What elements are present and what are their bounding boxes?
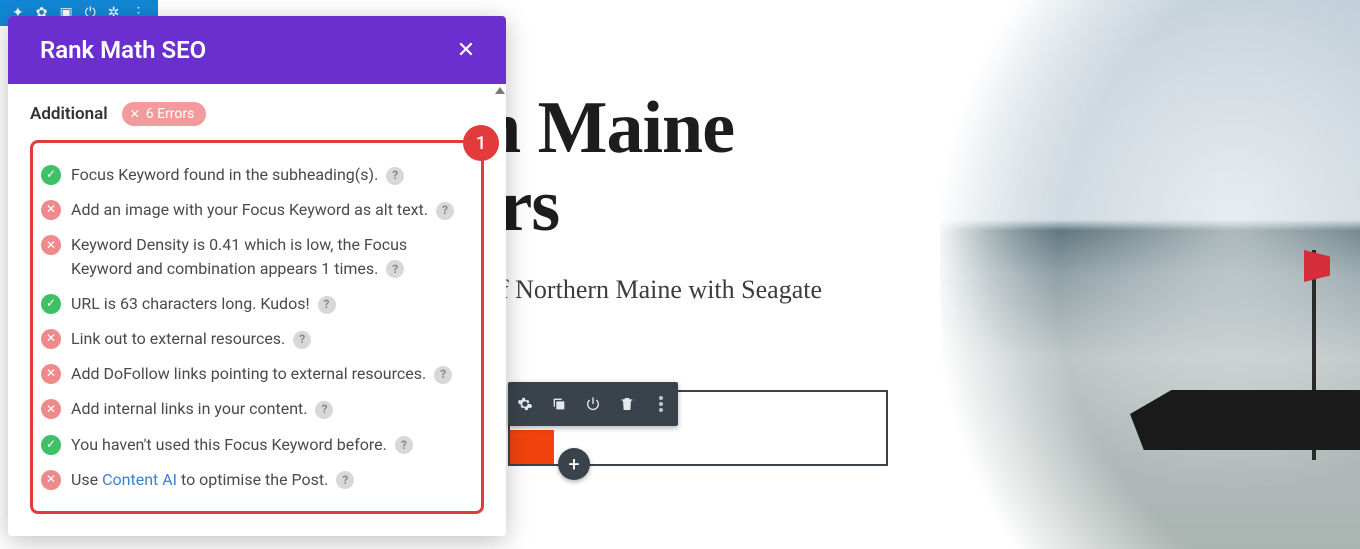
checks-list: 1 ✓Focus Keyword found in the subheading… [30,140,484,514]
close-icon: ✕ [130,107,140,121]
help-icon[interactable]: ? [315,401,333,419]
page-title: n Maine lrs [480,90,734,245]
check-fail-icon: ✕ [41,235,61,255]
power-icon [585,396,601,412]
add-block-button[interactable]: + [558,448,590,480]
check-fail-icon: ✕ [41,329,61,349]
check-text: Add internal links in your content. ? [71,397,465,420]
check-item: ✕ Add DoFollow links pointing to external… [39,356,467,391]
block-power-button[interactable] [576,382,610,426]
hero-image [940,0,1360,549]
scroll-up-icon[interactable] [495,87,505,94]
duplicate-icon [551,396,567,412]
check-item: ✕ Use Content AI to optimise the Post. ? [39,462,467,497]
trash-icon [619,396,635,412]
help-icon[interactable]: ? [336,471,354,489]
check-text: URL is 63 characters long. Kudos! ? [71,292,465,315]
check-text: Add an image with your Focus Keyword as … [71,198,465,221]
block-toolbar[interactable] [508,382,678,426]
check-text: You haven't used this Focus Keyword befo… [71,433,465,456]
rank-math-panel: Rank Math SEO ✕ Additional ✕ 6 Errors 1 … [8,16,506,536]
check-fail-icon: ✕ [41,399,61,419]
boat-hull [1130,390,1360,450]
annotation-marker: 1 [463,125,499,161]
page-subtitle: f Northern Maine with Seagate [500,275,822,305]
help-icon[interactable]: ? [436,202,454,220]
block-more-button[interactable] [644,382,678,426]
check-pass-icon: ✓ [41,294,61,314]
kebab-icon [659,396,663,412]
panel-title: Rank Math SEO [40,36,206,64]
block-delete-button[interactable] [610,382,644,426]
check-item: ✕ Add internal links in your content. ? [39,391,467,426]
gear-icon [517,396,533,412]
check-text: Add DoFollow links pointing to external … [71,362,465,385]
block-accent [510,430,554,464]
help-icon[interactable]: ? [386,167,404,185]
panel-body: Additional ✕ 6 Errors 1 ✓Focus Keyword f… [8,84,506,536]
check-item: ✓ You haven't used this Focus Keyword bef… [39,427,467,462]
help-icon[interactable]: ? [434,366,452,384]
help-icon[interactable]: ? [386,260,404,278]
errors-badge: ✕ 6 Errors [122,102,207,126]
check-pass-icon: ✓ [41,165,61,185]
check-item: ✕ Link out to external resources. ? [39,321,467,356]
help-icon[interactable]: ? [293,331,311,349]
check-item: ✕ Keyword Density is 0.41 which is low, t… [39,227,467,285]
section-title: Additional [30,104,108,124]
check-text: Use Content AI to optimise the Post. ? [71,468,465,491]
section-header[interactable]: Additional ✕ 6 Errors [30,102,484,126]
check-fail-icon: ✕ [41,470,61,490]
check-fail-icon: ✕ [41,364,61,384]
check-item: ✓ Focus Keyword found in the subheading(s… [39,157,467,192]
check-item: ✕ Add an image with your Focus Keyword as… [39,192,467,227]
check-item: ✓ URL is 63 characters long. Kudos! ? [39,286,467,321]
boat-flag [1304,250,1330,282]
block-duplicate-button[interactable] [542,382,576,426]
check-pass-icon: ✓ [41,435,61,455]
check-text: Link out to external resources. ? [71,327,465,350]
check-fail-icon: ✕ [41,200,61,220]
help-icon[interactable]: ? [395,436,413,454]
panel-header: Rank Math SEO ✕ [8,16,506,84]
check-text: Focus Keyword found in the subheading(s)… [71,163,465,186]
block-settings-button[interactable] [508,382,542,426]
help-icon[interactable]: ? [318,296,336,314]
close-button[interactable]: ✕ [450,34,482,66]
content-ai-link[interactable]: Content AI [102,470,177,489]
check-text: Keyword Density is 0.41 which is low, th… [71,233,465,279]
close-icon: ✕ [457,38,475,63]
